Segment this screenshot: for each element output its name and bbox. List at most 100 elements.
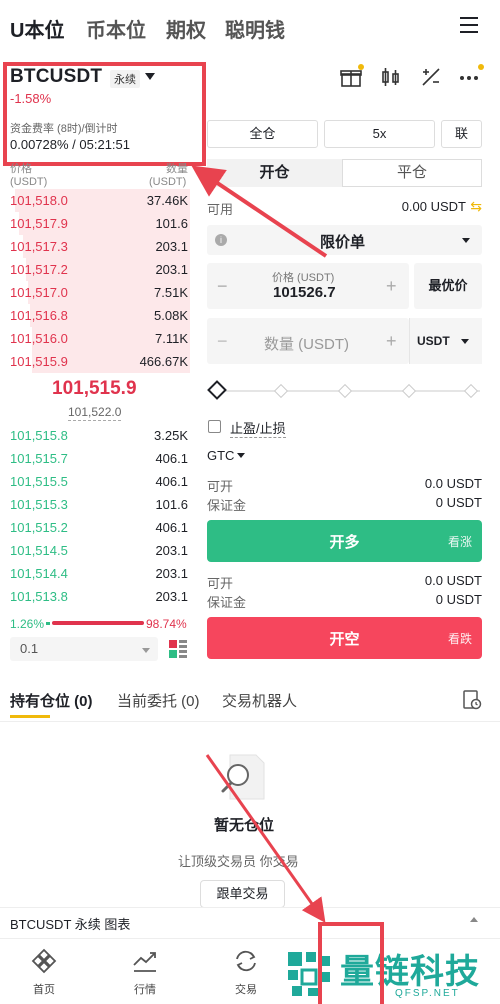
nav-home[interactable]: 首页 <box>14 945 74 996</box>
time-in-force-select[interactable]: GTC <box>207 448 234 463</box>
gift-notification-dot <box>358 64 364 70</box>
candlestick-icon[interactable] <box>380 66 402 88</box>
bid-row[interactable]: 101,515.3 101.6 <box>0 493 190 516</box>
ask-quantity: 7.51K <box>154 285 188 300</box>
bid-price: 101,514.5 <box>10 543 68 558</box>
transfer-icon[interactable]: ⇆ <box>470 198 482 215</box>
bid-price: 101,513.8 <box>10 589 68 604</box>
price-value[interactable]: 101526.7 <box>273 284 336 301</box>
bid-quantity: 203.1 <box>155 543 188 558</box>
copy-trading-button[interactable]: 跟单交易 <box>200 880 285 908</box>
open-short-button[interactable]: 开空 看跌 <box>207 617 482 659</box>
slider-step-50[interactable] <box>337 383 353 399</box>
ask-quantity: 7.11K <box>154 331 188 346</box>
top-navigation: U本位 币本位 期权 聪明钱 <box>0 0 500 54</box>
annotation-box <box>3 62 206 166</box>
short-max-open-label: 可开 <box>207 576 234 591</box>
slider-thumb[interactable] <box>207 380 227 400</box>
open-short-label: 开空 <box>329 631 360 648</box>
trade-icon <box>236 950 256 972</box>
slider-step-75[interactable] <box>401 383 417 399</box>
orderbook-qty-header: 数量 <box>166 163 188 175</box>
orderbook-qty-unit: (USDT) <box>149 176 187 188</box>
tab-coin-m[interactable]: 币本位 <box>86 14 146 43</box>
ask-row[interactable]: 101,517.0 7.51K <box>0 281 190 304</box>
chevron-down-icon <box>461 339 469 344</box>
bid-row[interactable]: 101,514.4 203.1 <box>0 562 190 585</box>
ask-row[interactable]: 101,516.8 5.08K <box>0 304 190 327</box>
available-value: 0.00 USDT <box>401 199 466 214</box>
tp-sl-checkbox[interactable] <box>208 420 221 433</box>
chevron-down-icon <box>142 648 150 653</box>
bullish-label: 看涨 <box>447 535 472 549</box>
chevron-down-icon <box>462 238 470 243</box>
quantity-increment-icon[interactable]: + <box>386 331 397 352</box>
last-price[interactable]: 101,515.9 <box>52 378 137 400</box>
best-price-button[interactable]: 最优价 <box>414 263 482 309</box>
tab-usdt-m[interactable]: U本位 <box>10 14 64 43</box>
chevron-up-icon[interactable] <box>470 917 478 922</box>
more-icon[interactable] <box>458 66 480 88</box>
ask-row[interactable]: 101,517.9 101.6 <box>0 212 190 235</box>
bid-row[interactable]: 101,515.5 406.1 <box>0 470 190 493</box>
open-long-label: 开多 <box>329 534 360 551</box>
bid-row[interactable]: 101,515.8 3.25K <box>0 424 190 447</box>
quantity-decrement-icon[interactable]: − <box>217 331 228 352</box>
ask-price: 101,517.3 <box>10 239 68 254</box>
nav-markets[interactable]: 行情 <box>115 945 175 996</box>
nav-trade[interactable]: 交易 <box>216 945 276 996</box>
ask-row[interactable]: 101,517.2 203.1 <box>0 258 190 281</box>
price-increment-icon[interactable]: + <box>386 276 397 297</box>
info-icon[interactable]: i <box>215 234 227 246</box>
long-margin-label: 保证金 <box>207 498 247 513</box>
tp-sl-label[interactable]: 止盈/止损 <box>230 418 286 438</box>
slider-step-25[interactable] <box>273 383 289 399</box>
bid-row[interactable]: 101,513.8 203.1 <box>0 585 190 608</box>
tab-trading-bots[interactable]: 交易机器人 <box>222 690 297 711</box>
tab-positions[interactable]: 持有仓位 (0) <box>10 690 93 711</box>
depth-step-value: 0.1 <box>20 641 39 656</box>
ask-price: 101,517.9 <box>10 216 68 231</box>
empty-state-title: 暂无仓位 <box>214 817 275 834</box>
ask-price: 101,515.9 <box>10 354 68 369</box>
ask-row[interactable]: 101,516.0 7.11K <box>0 327 190 350</box>
bid-quantity: 406.1 <box>155 474 188 489</box>
price-label: 价格 (USDT) <box>272 272 335 284</box>
orderbook-layout-icon[interactable] <box>168 639 188 659</box>
ask-price: 101,516.8 <box>10 308 68 323</box>
ask-row[interactable]: 101,517.3 203.1 <box>0 235 190 258</box>
tab-smart-money[interactable]: 聪明钱 <box>225 14 285 43</box>
price-decrement-icon[interactable]: − <box>217 276 228 297</box>
quantity-unit-label: USDT <box>417 334 450 348</box>
mark-price[interactable]: 101,522.0 <box>68 405 122 421</box>
bid-row[interactable]: 101,515.2 406.1 <box>0 516 190 539</box>
leverage-button[interactable]: 5x <box>324 120 435 148</box>
ask-row[interactable]: 101,515.9 466.67K <box>0 350 190 373</box>
slider-step-100[interactable] <box>463 383 479 399</box>
open-long-button[interactable]: 开多 看涨 <box>207 520 482 562</box>
tab-options[interactable]: 期权 <box>166 14 206 43</box>
nav-markets-label: 行情 <box>134 984 156 996</box>
ask-row[interactable]: 101,518.0 37.46K <box>0 189 190 212</box>
combo-mode-button[interactable]: 联 <box>441 120 482 148</box>
bid-price: 101,515.7 <box>10 451 68 466</box>
menu-icon[interactable] <box>460 17 478 33</box>
bid-row[interactable]: 101,515.7 406.1 <box>0 447 190 470</box>
nav-trade-label: 交易 <box>235 984 257 996</box>
tab-open-position[interactable]: 开仓 <box>207 159 342 187</box>
sell-ratio-bar <box>52 621 144 625</box>
margin-mode-button[interactable]: 全仓 <box>207 120 318 148</box>
history-icon[interactable] <box>462 690 482 710</box>
buy-ratio: 1.26% <box>10 617 45 631</box>
tab-close-position[interactable]: 平仓 <box>342 159 482 187</box>
orderbook-price-unit: (USDT) <box>10 176 48 188</box>
ask-quantity: 466.67K <box>139 354 188 369</box>
bid-quantity: 3.25K <box>154 428 188 443</box>
watermark-url: QFSP.NET <box>395 988 460 999</box>
tab-open-orders[interactable]: 当前委托 (0) <box>117 690 200 711</box>
bid-price: 101,515.2 <box>10 520 68 535</box>
short-margin-value: 0 USDT <box>435 592 482 607</box>
bid-row[interactable]: 101,514.5 203.1 <box>0 539 190 562</box>
calculator-icon[interactable] <box>420 66 442 88</box>
long-max-open-label: 可开 <box>207 479 234 494</box>
